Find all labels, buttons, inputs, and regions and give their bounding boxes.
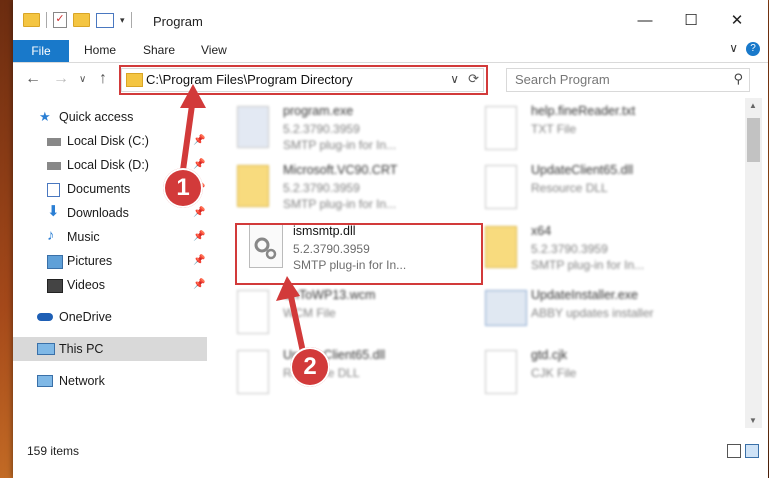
arrow-head-2 [276,276,300,301]
arrow-head-1 [180,84,206,108]
arrow-to-address [180,95,196,173]
annotation-arrows [180,84,306,355]
step-badge-2: 2 [290,347,330,387]
arrow-to-file [287,289,306,355]
step-badge-1: 1 [163,168,203,208]
